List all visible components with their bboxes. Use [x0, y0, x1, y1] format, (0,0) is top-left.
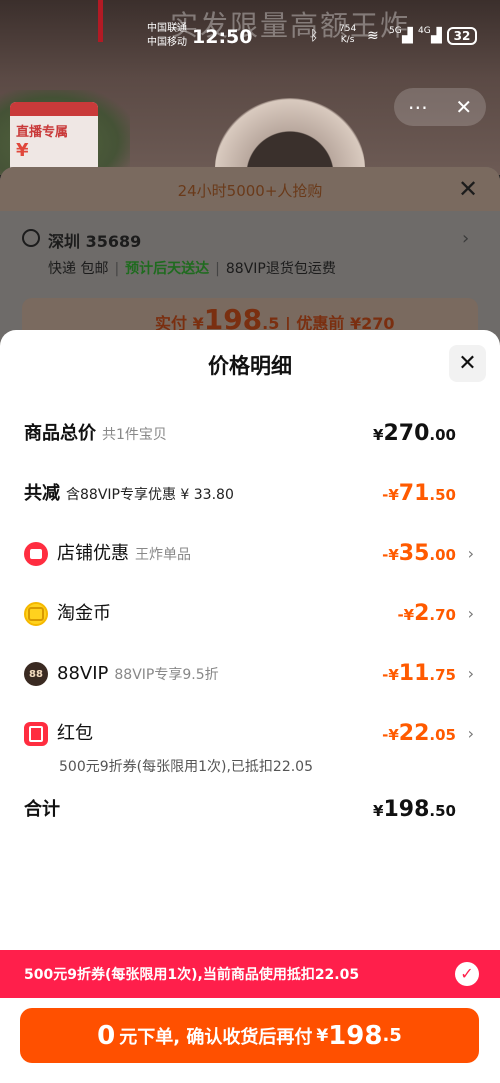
hongbao-note: 500元9折券(每张限用1次),已抵扣22.05: [59, 759, 313, 775]
row-88vip[interactable]: 88 88VIP 88VIP专享9.5折 -¥11.75 ›: [0, 654, 500, 694]
signal-4g-label: 4G: [418, 26, 431, 36]
coin-amount: -¥2.70: [397, 601, 456, 626]
more-capsule[interactable]: ⋯ ✕: [394, 88, 486, 126]
close-icon[interactable]: ✕: [458, 351, 476, 376]
coupon-text: 500元9折券(每张限用1次),当前商品使用抵扣22.05: [24, 967, 360, 983]
chevron-right-icon[interactable]: ›: [468, 714, 474, 754]
promo-strip-text: 24小时5000+人抢购: [177, 182, 323, 200]
location-pin-icon: [22, 229, 40, 247]
row-total: 商品总价 共1件宝贝 ¥270.00: [0, 414, 500, 454]
live-badge-strip: [10, 102, 98, 116]
row-label: 商品总价 共1件宝贝: [24, 423, 167, 444]
row-label: 店铺优惠 王炸单品: [57, 543, 191, 564]
carrier-info: 中国联通 中国移动: [147, 23, 187, 48]
signal-icon: ▟: [431, 28, 442, 44]
signal-icon: ▟: [402, 28, 413, 44]
row-label: 淘金币: [57, 603, 111, 624]
chevron-right-icon[interactable]: ›: [462, 228, 469, 249]
total-amount: ¥270.00: [373, 421, 456, 446]
chevron-right-icon[interactable]: ›: [468, 654, 474, 694]
chevron-right-icon[interactable]: ›: [468, 534, 474, 574]
sku-close-icon[interactable]: ✕: [458, 175, 478, 203]
bluetooth-icon: ᛒ: [310, 28, 319, 44]
live-badge: 直播专属 ¥: [10, 102, 98, 172]
shipping-info: 快递 包邮 | 预计后天送达 | 88VIP退货包运费: [48, 261, 336, 277]
more-icon[interactable]: ⋯: [408, 95, 428, 119]
confirm-order-button[interactable]: 0 元下单, 确认收货后再付 ¥198.5: [20, 1008, 479, 1063]
row-label: 88VIP 88VIP专享9.5折: [57, 663, 219, 684]
hongbao-amount: -¥22.05: [382, 721, 456, 746]
row-label: 共减 含88VIP专享优惠 ¥ 33.80: [24, 483, 234, 504]
sum-amount: ¥198.50: [373, 797, 456, 822]
row-taojinbi[interactable]: 淘金币 -¥2.70 ›: [0, 594, 500, 634]
close-icon[interactable]: ✕: [455, 95, 472, 119]
row-label: 红包: [57, 723, 93, 744]
vip-88-icon: 88: [24, 662, 48, 686]
wifi-icon: ≋: [367, 28, 379, 44]
reduce-amount: -¥71.50: [382, 481, 456, 506]
store-icon: [24, 542, 48, 566]
address-city[interactable]: 深圳 35689: [48, 228, 141, 252]
live-badge-label: 直播专属: [16, 125, 69, 140]
battery-indicator: 32: [447, 27, 477, 45]
sheet-title: 价格明细: [208, 354, 292, 378]
signal-5g-label: 5G: [389, 26, 402, 36]
check-icon[interactable]: ✓: [455, 962, 479, 986]
row-sum: 合计 ¥198.50: [0, 790, 500, 830]
vip-amount: -¥11.75: [382, 661, 456, 686]
clock: 12:50: [192, 26, 253, 48]
row-reduce: 共减 含88VIP专享优惠 ¥ 33.80 -¥71.50: [0, 474, 500, 514]
row-store-discount[interactable]: 店铺优惠 王炸单品 -¥35.00 ›: [0, 534, 500, 574]
store-discount-amount: -¥35.00: [382, 541, 456, 566]
row-hongbao[interactable]: 红包 -¥22.05 ›: [0, 714, 500, 754]
close-button[interactable]: ✕: [449, 345, 486, 382]
status-bar: 中国联通 中国移动 12:50 ᛒ 754 K/s ≋ 5G ▟ 4G ▟ 32: [0, 0, 500, 70]
coin-icon: [24, 602, 48, 626]
row-label: 合计: [24, 799, 60, 820]
net-speed: 754 K/s: [339, 24, 357, 45]
coupon-bar[interactable]: 500元9折券(每张限用1次),当前商品使用抵扣22.05: [0, 950, 500, 998]
red-packet-icon: [24, 722, 48, 746]
chevron-right-icon[interactable]: ›: [468, 594, 474, 634]
live-badge-price: ¥: [16, 140, 29, 161]
